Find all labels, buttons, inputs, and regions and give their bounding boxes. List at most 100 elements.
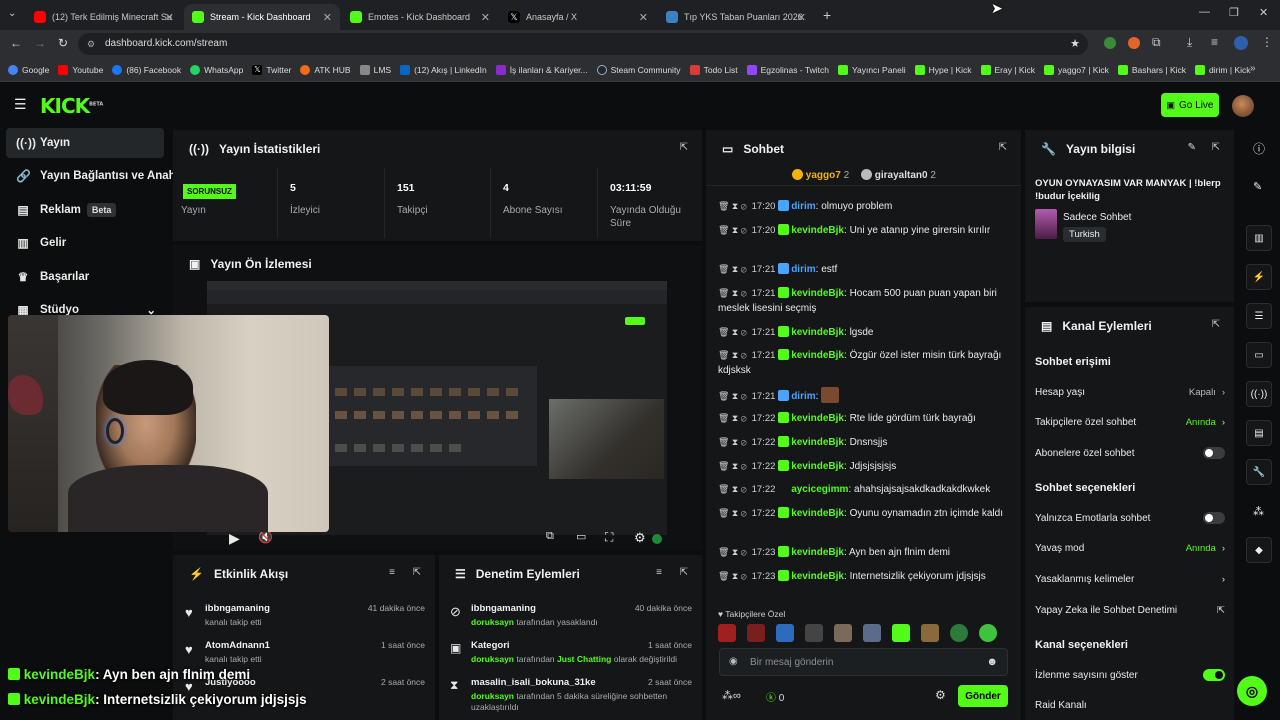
filter-icon[interactable]: ≡ [389,567,395,578]
chat-users-icon[interactable]: ⁂∞ [722,689,741,702]
mod-action-icons[interactable]: 🗑 ⧗ ⊘ [718,437,747,447]
emote-icon[interactable] [921,624,939,642]
browser-tab-x[interactable]: 𝕏 Anasayfa / X ✕ [500,4,656,30]
emotes-only-toggle[interactable] [1203,512,1225,524]
bookmark-eray[interactable]: Eray | Kick [980,64,1035,75]
emote-icon[interactable] [979,624,997,642]
chat-username[interactable]: kevindeBjk [791,350,844,361]
pip-icon[interactable]: ⧉ [546,530,554,543]
chat-username[interactable]: kevindeBjk [791,288,844,299]
chat-username[interactable]: kevindeBjk [791,225,844,236]
moderation-actor[interactable]: doruksayn [471,617,514,627]
emote-icon[interactable] [747,624,765,642]
tab-list-icon[interactable]: ⌄ [8,8,16,19]
download-icon[interactable]: ⤓ [1187,35,1192,50]
sidebar-item-stream-key[interactable]: 🔗 Yayın Bağlantısı ve Anahtar [6,161,174,191]
edit-icon[interactable]: ✎ [1253,180,1262,193]
back-icon[interactable]: ← [10,36,22,50]
bookmark-facebook[interactable]: (86) Facebook [112,64,181,75]
rail-tag-icon[interactable]: ◆ [1246,537,1272,563]
site-info-icon[interactable]: ⚙ [87,33,95,55]
emote-icon[interactable] [950,624,968,642]
chat-username[interactable]: kevindeBjk [791,571,844,582]
chat-username[interactable]: kevindeBjk [791,327,844,338]
mod-action-icons[interactable]: 🗑 ⧗ ⊘ [718,461,747,471]
bookmark-kariyer[interactable]: İş ilanları & Kariyer... [495,64,588,75]
sidebar-item-gelir[interactable]: ▥ Gelir [6,228,164,258]
emote-icon[interactable] [776,624,794,642]
send-button[interactable]: Gönder [958,685,1008,707]
mod-action-icons[interactable]: 🗑 ⧗ ⊘ [718,288,747,298]
forward-icon[interactable]: → [34,36,46,50]
bookmark-todo[interactable]: Todo List [689,64,738,75]
profile-icon[interactable] [1234,36,1248,50]
emote-icon[interactable] [892,624,910,642]
rail-users-icon[interactable]: ⁂ [1253,505,1264,518]
reload-icon[interactable]: ↻ [58,36,68,50]
sidebar-item-basarilar[interactable]: ♛ Başarılar [6,262,164,292]
more-bookmarks-icon[interactable]: » [1250,63,1256,74]
chat-username[interactable]: kevindeBjk [791,461,844,472]
chat-username[interactable]: dirim [791,391,815,402]
bookmark-youtube[interactable]: Youtube [58,64,103,75]
media-icon[interactable]: ≡ [1211,35,1218,49]
bookmark-hype[interactable]: Hype | Kick [914,64,972,75]
moderation-actor[interactable]: doruksayn [471,654,514,664]
bookmark-twitter[interactable]: 𝕏 Twitter [252,64,291,75]
close-window-icon[interactable]: ✕ [1259,6,1268,19]
chat-settings-gear-icon[interactable]: ⚙ [935,688,946,702]
emote-icon[interactable] [834,624,852,642]
emote-icon[interactable] [863,624,881,642]
play-icon[interactable]: ▶ [229,530,240,547]
bookmark-lms[interactable]: LMS [359,64,391,75]
option-followers-only[interactable]: Takipçilere özel sohbet Anında › [1035,414,1225,430]
chat-username[interactable]: kevindeBjk [791,547,844,558]
kick-logo[interactable]: KICKBETA [40,94,103,118]
bookmark-whatsapp[interactable]: WhatsApp [190,64,243,75]
chat-username[interactable]: kevindeBjk [791,508,844,519]
rail-wrench-icon[interactable]: 🔧 [1246,459,1272,485]
bookmark-atk-hub[interactable]: ATK HUB [300,64,351,75]
mod-action-icons[interactable]: 🗑 ⧗ ⊘ [718,571,747,581]
settings-gear-icon[interactable]: ⚙ [634,530,646,546]
close-tab-icon[interactable]: ✕ [639,11,648,24]
option-slow-mode[interactable]: Yavaş mod Anında › [1035,540,1225,556]
menu-hamburger-icon[interactable]: ☰ [14,96,27,113]
chat-username[interactable]: aycicegimm [791,484,848,495]
url-input[interactable]: ⚙ dashboard.kick.com/stream ★ [78,33,1088,55]
chat-input[interactable]: ◉ Bir mesaj gönderin ☻ [719,648,1008,676]
help-chat-button[interactable]: ◎ [1237,676,1267,706]
mod-action-icons[interactable]: 🗑 ⧗ ⊘ [718,508,747,518]
popout-icon[interactable]: ⇱ [999,142,1007,153]
bookmark-bashars[interactable]: Bashars | Kick [1117,64,1186,75]
top-user[interactable]: girayaltan0 2 [861,169,936,181]
option-account-age[interactable]: Hesap yaşı Kapalı › [1035,384,1225,400]
fullscreen-icon[interactable]: ⛶ [605,530,613,545]
go-live-button[interactable]: ▣ Go Live [1161,93,1219,117]
sidebar-item-yayin[interactable]: ((·)) Yayın [6,128,164,158]
bookmark-yaggo7[interactable]: yaggo7 | Kick [1043,64,1109,75]
filter-icon[interactable]: ≡ [656,567,662,578]
popout-icon[interactable]: ⇱ [680,567,688,578]
popout-icon[interactable]: ⇱ [1212,142,1220,153]
rail-bolt-icon[interactable]: ⚡ [1246,264,1272,290]
browser-tab-emotes[interactable]: Emotes - Kick Dashboard ✕ [342,4,498,30]
bookmark-yayinci[interactable]: Yayıncı Paneli [837,64,906,75]
browser-tab-yks[interactable]: Tıp YKS Taban Puanları 2026 20 ✕ [658,4,814,30]
theater-icon[interactable]: ▭ [576,530,586,543]
kick-points[interactable]: ⓚ 0 [766,689,784,704]
rail-chat-icon[interactable]: ▭ [1246,342,1272,368]
minimize-icon[interactable]: — [1199,6,1210,18]
show-viewers-toggle[interactable] [1203,669,1225,681]
emote-icon[interactable] [718,624,736,642]
subs-only-toggle[interactable] [1203,447,1225,459]
browser-tab-stream[interactable]: Stream - Kick Dashboard ✕ [184,4,340,30]
close-tab-icon[interactable]: ✕ [323,11,332,24]
bookmark-steam[interactable]: Steam Community [596,64,681,75]
close-tab-icon[interactable]: ✕ [165,11,174,24]
info-icon[interactable]: ⓘ [1253,140,1265,157]
mute-icon[interactable]: 🔇 [258,530,273,544]
top-user[interactable]: yaggo7 2 [792,169,849,181]
bookmark-dirim[interactable]: dirim | Kick [1195,64,1250,75]
option-ai-moderation[interactable]: Yapay Zeka ile Sohbet Denetimi ⇱ [1035,602,1225,618]
